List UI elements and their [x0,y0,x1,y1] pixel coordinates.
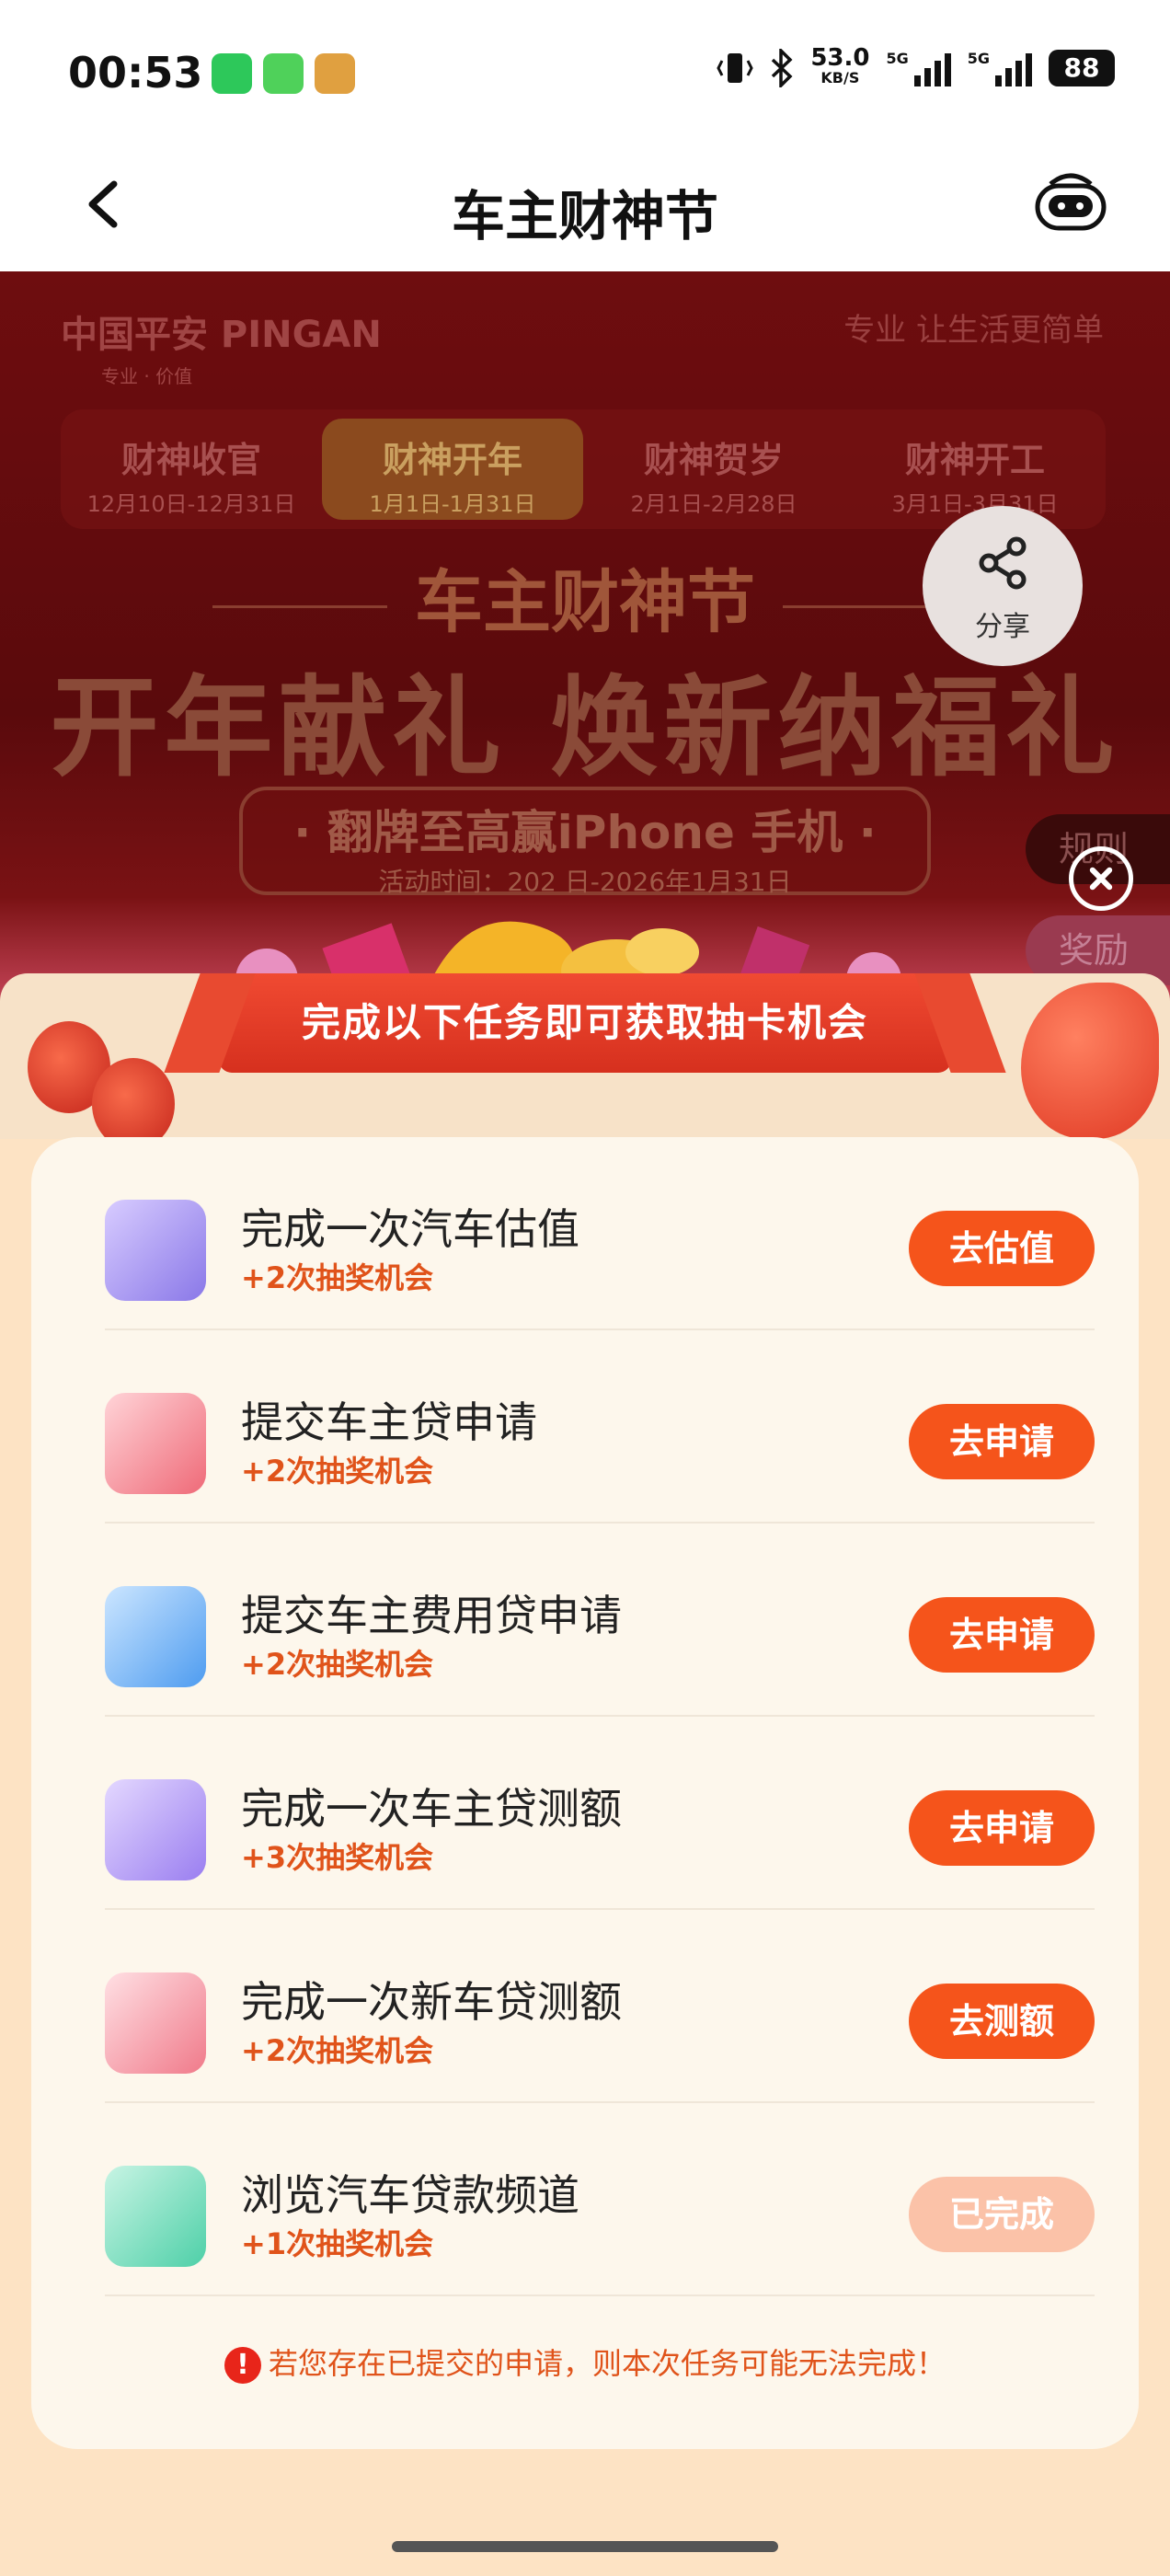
battery-icon: 88 [1049,50,1115,86]
task-reward: +3次抽奖机会 [241,1840,434,1875]
page: 00:53 53.0 KB/S 5G 5G 88 车主财神节 中国平安 PINGA… [0,0,1170,2576]
promo-banner: 中国平安 PINGAN 专业 · 价值 专业 让生活更简单 财神收官 12月10日-… [0,271,1170,1007]
share-button[interactable]: 分享 [923,506,1083,666]
status-bar: 00:53 53.0 KB/S 5G 5G 88 [0,0,1170,138]
chart-icon [105,1972,206,2074]
signal-1-icon: 5G [886,50,951,86]
message-icon [263,53,304,94]
vibrate-icon [717,53,753,83]
home-indicator[interactable] [392,2541,778,2552]
task-reward: +1次抽奖机会 [241,2226,434,2261]
task-reward: +2次抽奖机会 [241,2033,434,2068]
calculator-icon [105,1779,206,1880]
task-title: 浏览汽车贷款频道 [241,2170,579,2220]
lantern-icon [92,1058,175,1150]
tab-phase-3[interactable]: 财神贺岁 2月1日-2月28日 [583,409,844,529]
task-title: 完成一次汽车估值 [241,1204,579,1254]
wechat-icon [212,53,252,94]
tab-phase-2[interactable]: 财神开年 1月1日-1月31日 [322,419,583,520]
task-done-button: 已完成 [909,2177,1095,2252]
document-icon [105,1586,206,1687]
task-action-button[interactable]: 去申请 [909,1790,1095,1866]
page-title: 车主财神节 [451,185,718,247]
task-action-button[interactable]: 去申请 [909,1597,1095,1673]
task-row: 提交车主贷申请 +2次抽奖机会 去申请 [105,1330,1095,1524]
coin-doc-icon [105,2166,206,2267]
robot-icon[interactable] [1032,164,1109,237]
status-right: 53.0 KB/S 5G 5G 88 [717,44,1115,88]
task-row: 浏览汽车贷款频道 +1次抽奖机会 已完成 [105,2103,1095,2296]
task-row: 完成一次汽车估值 +2次抽奖机会 去估值 [105,1137,1095,1330]
task-reward: +2次抽奖机会 [241,1454,434,1489]
share-label: 分享 [975,611,1030,643]
signal-2-icon: 5G [968,50,1032,86]
task-card: 完成一次汽车估值 +2次抽奖机会 去估值 提交车主贷申请 +2次抽奖机会 去申请… [31,1137,1139,2449]
warning-icon: ! [224,2347,261,2384]
task-row: 完成一次车主贷测额 +3次抽奖机会 去申请 [105,1717,1095,1910]
tab-phase-1[interactable]: 财神收官 12月10日-12月31日 [61,409,322,529]
task-action-button[interactable]: 去测额 [909,1984,1095,2059]
nav-bar: 车主财神节 [0,138,1170,271]
brand-logo: 中国平安 PINGAN 专业 · 价值 [61,314,382,387]
net-speed: 53.0 KB/S [810,44,870,86]
wallet-icon [105,1393,206,1494]
task-action-button[interactable]: 去估值 [909,1211,1095,1286]
brand-slogan: 专业 让生活更简单 [843,312,1104,349]
notice: ! 若您存在已提交的申请，则本次任务可能无法完成！ [31,2340,1139,2384]
task-title: 提交车主贷申请 [241,1397,537,1447]
task-title: 提交车主费用贷申请 [241,1591,622,1640]
flip-title: · 翻牌至高赢iPhone 手机 · [293,806,877,859]
task-row: 提交车主费用贷申请 +2次抽奖机会 去申请 [105,1524,1095,1717]
task-title: 完成一次新车贷测额 [241,1977,622,2027]
task-title: 完成一次车主贷测额 [241,1784,622,1834]
task-reward: +2次抽奖机会 [241,1260,434,1295]
car-icon [105,1200,206,1301]
close-icon[interactable] [1069,846,1133,911]
task-ribbon: 完成以下任务即可获取抽卡机会 [219,973,951,1073]
share-icon [979,536,1027,590]
task-action-button[interactable]: 去申请 [909,1404,1095,1479]
task-reward: +2次抽奖机会 [241,1647,434,1682]
phase-tabs: 财神收官 12月10日-12月31日 财神开年 1月1日-1月31日 财神贺岁 2月1… [61,409,1106,529]
status-time: 00:53 [68,48,203,98]
task-row: 完成一次新车贷测额 +2次抽奖机会 去测额 [105,1910,1095,2103]
game-app-icon [315,53,355,94]
bluetooth-icon [772,49,793,87]
